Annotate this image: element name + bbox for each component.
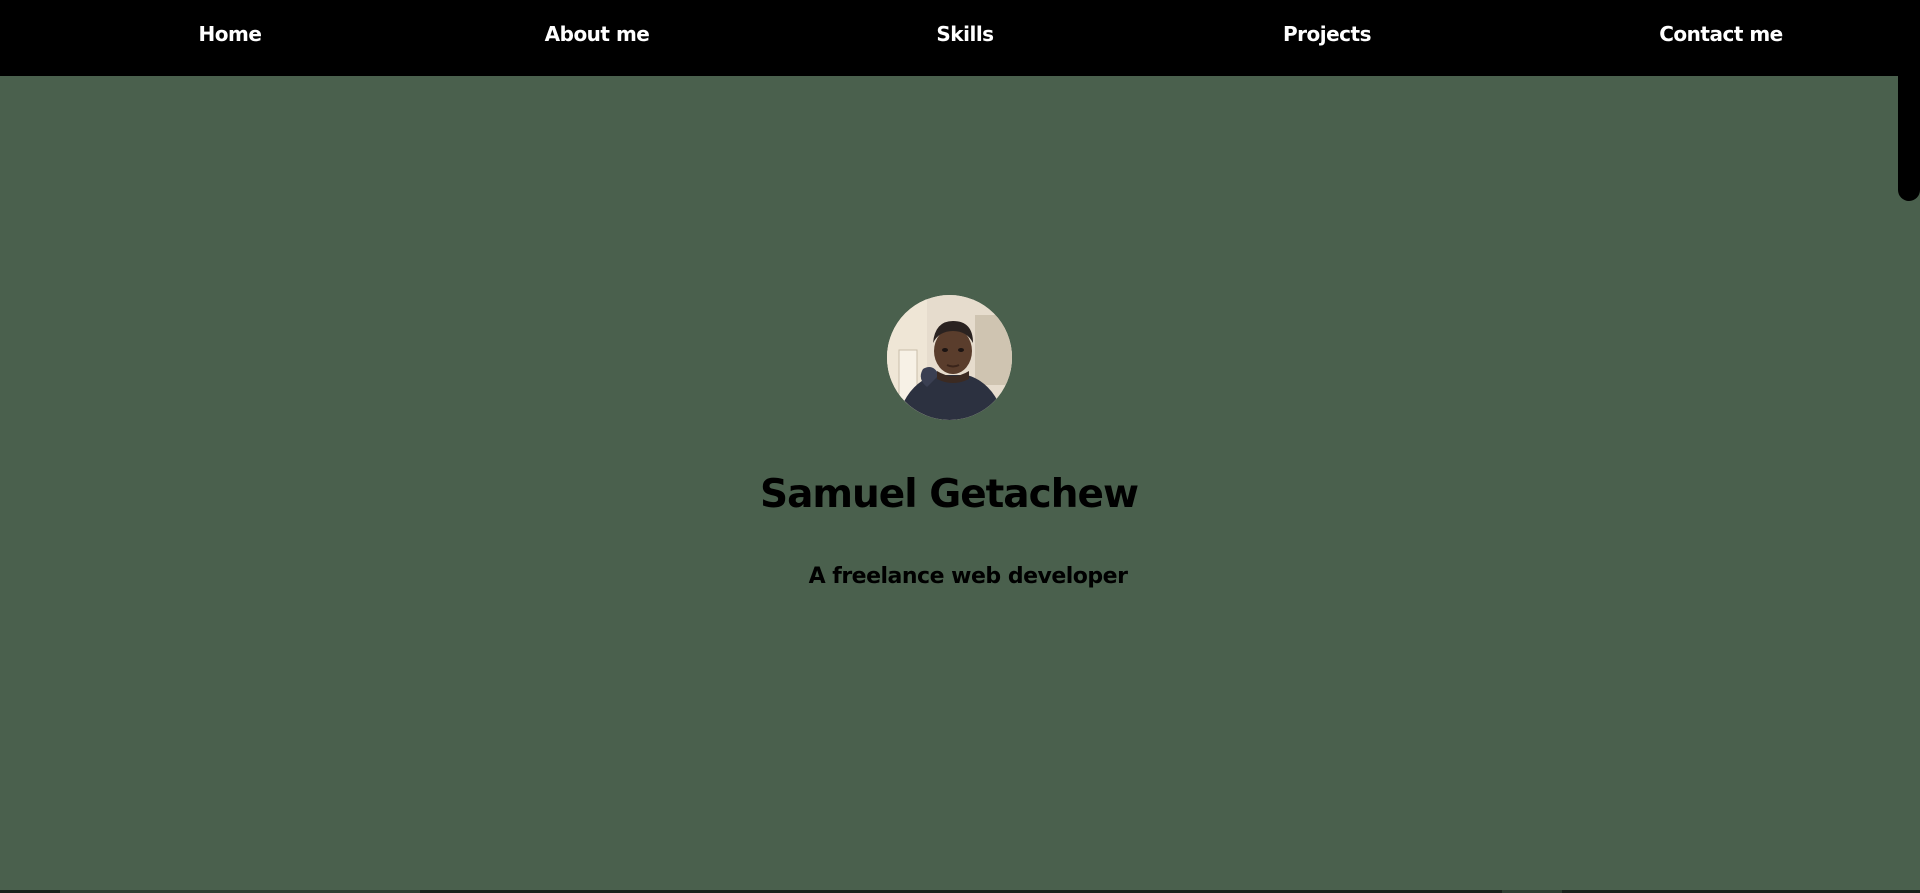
- hero-name: Samuel Getachew: [760, 472, 1139, 518]
- hero-tagline: A freelance web developer: [808, 564, 1128, 589]
- top-navbar: Home About me Skills Projects Contact me: [0, 0, 1920, 76]
- nav-link-skills[interactable]: Skills: [936, 22, 994, 46]
- nav-link-home[interactable]: Home: [199, 22, 262, 46]
- nav-link-about-me[interactable]: About me: [545, 22, 650, 46]
- nav-link-projects[interactable]: Projects: [1283, 22, 1372, 46]
- nav-link-contact-me[interactable]: Contact me: [1659, 22, 1783, 46]
- avatar-photo-icon: [887, 295, 1012, 420]
- profile-avatar: [887, 295, 1012, 420]
